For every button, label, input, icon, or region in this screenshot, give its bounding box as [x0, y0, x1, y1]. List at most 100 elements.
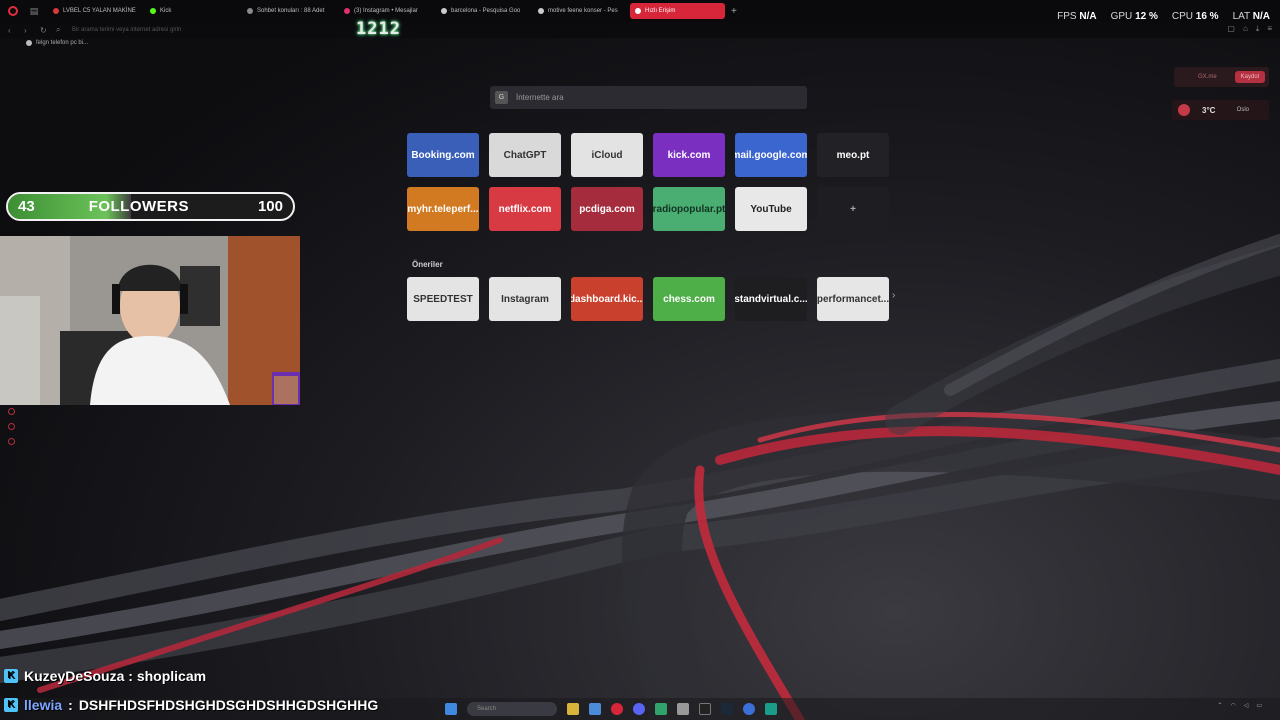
address-input[interactable]: Bir arama terimi veya internet adresi gi…: [72, 27, 181, 33]
app-icon[interactable]: [677, 703, 689, 715]
download-icon[interactable]: ⤓: [1256, 24, 1260, 34]
tile-label: radiopopular.pt: [653, 203, 725, 215]
add-speed-dial-button[interactable]: +: [817, 187, 889, 231]
tab[interactable]: (3) Instagram • Mesajlar: [339, 3, 434, 19]
hud-cpu: CPU 16 %: [1172, 11, 1219, 22]
tab[interactable]: LVBEL C5 YALAN MAKİNE: [48, 3, 143, 19]
search-input[interactable]: İnternette ara: [516, 93, 564, 102]
forward-icon[interactable]: ›: [24, 26, 32, 35]
windows-start-icon[interactable]: [445, 703, 457, 715]
speed-dial-tile[interactable]: netflix.com: [489, 187, 561, 231]
hud-label: CPU: [1171, 11, 1193, 22]
bookmark-favicon-icon: [26, 40, 32, 46]
gx-label: GX.me: [1198, 74, 1217, 80]
suggestion-tile[interactable]: chess.com: [653, 277, 725, 321]
followers-current: 43: [18, 198, 35, 215]
toolbar-right: ▢ ⌂ ⤓ ≡: [1227, 24, 1272, 34]
system-tray: ⌃ ◠ ◁ ▭: [1217, 702, 1270, 709]
suggestion-tile[interactable]: Instagram: [489, 277, 561, 321]
suggestion-tile[interactable]: dashboard.kic...: [571, 277, 643, 321]
tab[interactable]: barcelona - Pesquisa Goo: [436, 3, 531, 19]
search-icon: ⌕: [56, 25, 61, 34]
tile-label: iCloud: [591, 149, 623, 161]
followers-goal-bar: 43 FOLLOWERS 100: [6, 192, 295, 221]
settings-icon[interactable]: ≡: [1267, 24, 1272, 34]
new-tab-button[interactable]: +: [731, 6, 737, 17]
tile-label: Booking.com: [411, 149, 475, 161]
wifi-icon[interactable]: ◠: [1230, 702, 1235, 709]
bookmark-item[interactable]: felgn telefon pc bi...: [26, 40, 88, 46]
tile-label: myhr.teleperf...: [407, 203, 479, 215]
discord-icon[interactable]: [633, 703, 645, 715]
app-icon[interactable]: [589, 703, 601, 715]
speed-dial-search[interactable]: G İnternette ara: [490, 86, 807, 109]
hud-label: LAT: [1232, 11, 1250, 22]
speed-dial-tile[interactable]: iCloud: [571, 133, 643, 177]
sidebar-icons: [8, 408, 15, 445]
opera-gx-icon[interactable]: [611, 703, 623, 715]
tab[interactable]: motive feene konser - Pes: [533, 3, 628, 19]
file-explorer-icon[interactable]: [567, 703, 579, 715]
tab-menu-icon[interactable]: ▤: [28, 5, 40, 17]
reload-icon[interactable]: ↻: [40, 26, 48, 35]
tab-active[interactable]: Hızlı Erişim: [630, 3, 725, 19]
webcam-image: [0, 236, 300, 405]
tab-label: barcelona - Pesquisa Goo: [451, 8, 521, 14]
speed-dial-tile[interactable]: kick.com: [653, 133, 725, 177]
weather-widget[interactable]: 3°C Oslo: [1172, 100, 1269, 120]
tab[interactable]: Sohbet konuları : 88 Adet: [242, 3, 337, 19]
volume-icon[interactable]: ◁: [1244, 702, 1249, 709]
search-engine-icon: G: [495, 91, 508, 104]
tab-favicon-icon: [247, 8, 253, 14]
speed-dial-tile[interactable]: mail.google.com: [735, 133, 807, 177]
chevron-up-icon[interactable]: ⌃: [1217, 702, 1222, 709]
sidebar-icon[interactable]: [8, 423, 15, 430]
taskbar-search[interactable]: Search: [467, 702, 557, 716]
weather-city: Oslo: [1236, 107, 1249, 113]
webcam-feed: [0, 236, 300, 405]
app-icon[interactable]: [743, 703, 755, 715]
tile-label: netflix.com: [498, 203, 552, 215]
hud-fps: FPS N/A: [1057, 11, 1096, 22]
suggestion-tile[interactable]: performancet...: [817, 277, 889, 321]
speed-dial-tile[interactable]: YouTube: [735, 187, 807, 231]
tab-label: motive feene konser - Pes: [548, 8, 618, 14]
hud-gpu: GPU 12 %: [1111, 11, 1158, 22]
hud-label: GPU: [1110, 11, 1133, 22]
bookmark-label: felgn telefon pc bi...: [36, 40, 89, 46]
suggestions-heading: Öneriler: [412, 260, 443, 269]
hud-value: N/A: [1079, 11, 1097, 22]
opera-gx-logo-icon[interactable]: [8, 6, 18, 16]
back-icon[interactable]: ‹: [8, 26, 16, 35]
tile-label: chess.com: [663, 293, 715, 305]
chevron-right-icon[interactable]: ›: [892, 290, 895, 301]
speed-dial-tile[interactable]: pcdiga.com: [571, 187, 643, 231]
tile-label: +: [850, 203, 856, 215]
speed-dial-tile[interactable]: myhr.teleperf...: [407, 187, 479, 231]
speed-dial-tile[interactable]: radiopopular.pt: [653, 187, 725, 231]
tile-label: kick.com: [667, 149, 711, 161]
followers-target: 100: [257, 198, 283, 215]
terminal-icon[interactable]: [699, 703, 711, 715]
sidebar-icon[interactable]: [8, 408, 15, 415]
speed-dial-tile[interactable]: ChatGPT: [489, 133, 561, 177]
steam-icon[interactable]: [721, 703, 733, 715]
battery-icon[interactable]: ▭: [1256, 702, 1262, 709]
wallet-icon[interactable]: ⌂: [1243, 24, 1248, 34]
suggestion-tile[interactable]: standvirtual.c...: [735, 277, 807, 321]
chat-separator: :: [124, 668, 137, 684]
tile-label: standvirtual.c...: [735, 293, 807, 305]
tab[interactable]: Kick: [145, 3, 240, 19]
stream-counter-overlay: 1212: [356, 19, 401, 39]
tab-favicon-icon: [635, 8, 641, 14]
speed-dial-tile[interactable]: meo.pt: [817, 133, 889, 177]
app-icon[interactable]: [765, 703, 777, 715]
speed-dial-tile[interactable]: Booking.com: [407, 133, 479, 177]
tile-label: mail.google.com: [735, 149, 807, 161]
sidebar-icon[interactable]: [8, 438, 15, 445]
suggestion-tile[interactable]: SPEEDTEST: [407, 277, 479, 321]
signup-button[interactable]: Kaydol: [1234, 71, 1265, 83]
tab-favicon-icon: [344, 8, 350, 14]
app-icon[interactable]: [655, 703, 667, 715]
snapshot-icon[interactable]: ▢: [1227, 24, 1235, 34]
